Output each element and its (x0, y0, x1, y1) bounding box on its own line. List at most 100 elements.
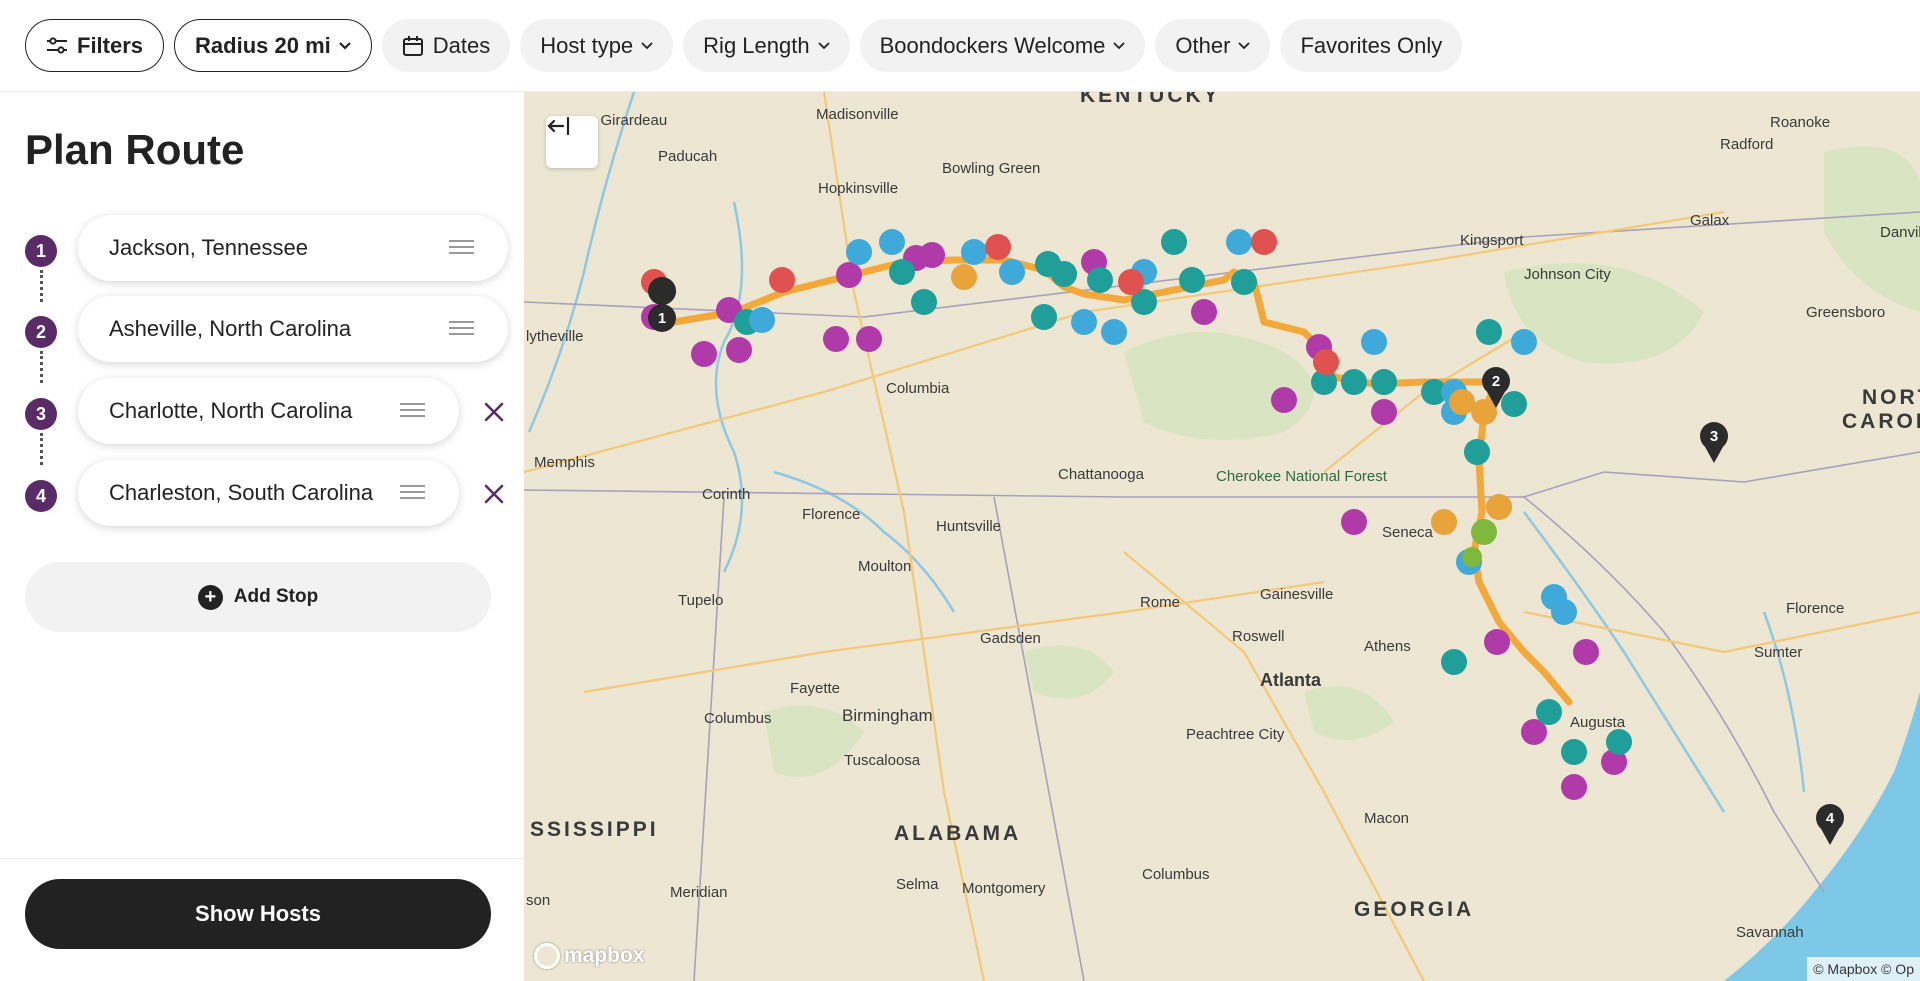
state-label: CAROL (1842, 410, 1920, 433)
city-label: Sumter (1754, 644, 1803, 661)
city-label: Atlanta (1260, 670, 1322, 690)
city-label: Florence (1786, 600, 1845, 617)
calendar-icon (402, 35, 424, 57)
dates-label: Dates (432, 32, 491, 58)
host-type-dropdown[interactable]: Host type (520, 19, 674, 72)
remove-stop-button[interactable] (480, 480, 508, 508)
host-type-label: Host type (540, 32, 634, 58)
stop-connector (40, 433, 43, 465)
stop-name: Jackson, Tennessee (109, 235, 308, 260)
rig-length-dropdown[interactable]: Rig Length (683, 19, 850, 72)
city-label: son (526, 892, 551, 909)
city-label: Birmingham (842, 706, 933, 725)
favorites-label: Favorites Only (1300, 32, 1443, 58)
city-label: Memphis (534, 454, 595, 471)
city-label: Augusta (1570, 714, 1626, 731)
other-label: Other (1175, 32, 1231, 58)
city-label: Rome (1140, 594, 1181, 611)
boondockers-label: Boondockers Welcome (879, 32, 1106, 58)
city-label: Johnson City (1524, 266, 1611, 283)
city-label: Columbus (1142, 866, 1210, 883)
city-label: Montgomery (962, 880, 1046, 897)
stop-connector (40, 270, 43, 302)
add-stop-button[interactable]: + Add Stop (25, 562, 491, 632)
dates-button[interactable]: Dates (381, 19, 511, 72)
svg-text:2: 2 (1492, 373, 1500, 390)
mapbox-logo-icon (534, 943, 560, 969)
city-label: Radford (1720, 136, 1774, 153)
favorites-only-toggle[interactable]: Favorites Only (1280, 19, 1463, 72)
chevron-down-icon (1238, 41, 1251, 50)
city-label: Macon (1364, 810, 1410, 827)
stop-number: 1 (25, 235, 57, 267)
stop-name: Charleston, South Carolina (109, 480, 374, 505)
city-label: Savannah (1736, 924, 1804, 941)
map[interactable]: 1 2 3 4 KENTUCKY NORT CAROL SSISSIPPI AL… (524, 92, 1920, 981)
map-attribution[interactable]: © Mapbox © Op (1807, 957, 1920, 981)
stop-name: Charlotte, North Carolina (109, 398, 353, 423)
drag-handle-icon[interactable] (400, 403, 425, 417)
stop-input[interactable]: Charleston, South Carolina (78, 460, 459, 526)
state-label: SSISSIPPI (530, 818, 659, 841)
city-label: Tuscaloosa (844, 752, 921, 769)
svg-text:3: 3 (1710, 428, 1718, 445)
arrow-left-bar-icon (547, 116, 570, 136)
plus-circle-icon: + (197, 584, 223, 610)
city-label: Danvill (1880, 224, 1920, 241)
city-label: Madisonville (816, 106, 899, 123)
close-icon (484, 484, 504, 504)
city-label: Hopkinsville (818, 180, 899, 197)
city-label: Bowling Green (942, 160, 1041, 177)
city-label: Tupelo (678, 592, 724, 609)
city-label: Galax (1690, 212, 1730, 229)
city-label: Columbus (704, 710, 772, 727)
stop-input[interactable]: Asheville, North Carolina (78, 296, 508, 362)
city-label: Meridian (670, 884, 728, 901)
stop-input[interactable]: Charlotte, North Carolina (78, 378, 459, 444)
city-label: Roswell (1232, 628, 1285, 645)
collapse-panel-button[interactable] (546, 116, 598, 168)
city-label: Fayette (790, 680, 841, 697)
boondockers-dropdown[interactable]: Boondockers Welcome (859, 19, 1146, 72)
filters-label: Filters (77, 32, 144, 58)
filter-bar: Filters Radius 20 mi Dates Host type Rig… (0, 0, 1920, 92)
svg-text:4: 4 (1826, 810, 1835, 827)
close-icon (484, 402, 504, 422)
state-label: GEORGIA (1354, 898, 1475, 921)
chevron-down-icon (1113, 41, 1126, 50)
show-hosts-label: Show Hosts (195, 901, 321, 926)
city-label: Kingsport (1460, 232, 1524, 249)
state-label: KENTUCKY (1080, 92, 1221, 107)
show-hosts-button[interactable]: Show Hosts (25, 879, 491, 949)
add-stop-label: Add Stop (233, 586, 319, 607)
park-label: Cherokee National Forest (1216, 468, 1387, 485)
drag-handle-icon[interactable] (449, 321, 474, 335)
city-label: Chattanooga (1058, 466, 1144, 483)
other-dropdown[interactable]: Other (1155, 19, 1271, 72)
city-label: Seneca (1382, 524, 1433, 541)
city-label: Columbia (886, 380, 950, 397)
stop-connector (40, 351, 43, 383)
mapbox-logo-text: mapbox (564, 944, 645, 967)
filters-button[interactable]: Filters (25, 19, 165, 72)
state-label: NORT (1862, 386, 1920, 409)
radius-label: Radius 20 mi (195, 32, 331, 58)
mapbox-logo: mapbox (534, 943, 645, 969)
drag-handle-icon[interactable] (449, 240, 474, 254)
city-label: Corinth (702, 486, 751, 503)
city-label: Moulton (858, 558, 912, 575)
drag-handle-icon[interactable] (400, 485, 425, 499)
city-label: Huntsville (936, 518, 1002, 535)
city-label: Peachtree City (1186, 726, 1285, 743)
stop-number: 4 (25, 480, 57, 512)
page-title: Plan Route (25, 126, 245, 173)
city-label: Florence (802, 506, 861, 523)
svg-text:1: 1 (658, 310, 666, 327)
radius-dropdown[interactable]: Radius 20 mi (174, 19, 372, 72)
chevron-down-icon (641, 41, 653, 50)
chevron-down-icon (817, 41, 830, 50)
remove-stop-button[interactable] (480, 398, 508, 426)
stop-number: 2 (25, 316, 57, 348)
city-label: Gainesville (1260, 586, 1334, 603)
stop-input[interactable]: Jackson, Tennessee (78, 215, 508, 281)
